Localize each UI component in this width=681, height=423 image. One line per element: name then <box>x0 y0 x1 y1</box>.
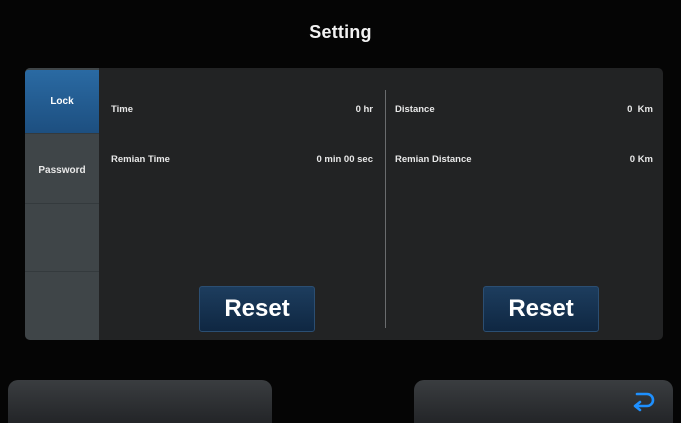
tab-empty-1[interactable] <box>25 206 99 272</box>
tab-empty-2[interactable] <box>25 274 99 340</box>
remain-distance-row: Remian Distance 0 Km <box>395 154 653 165</box>
footer-button-left[interactable] <box>8 380 272 423</box>
tab-password[interactable]: Password <box>25 138 99 204</box>
section-divider <box>385 90 386 328</box>
distance-row: Distance 0 Km <box>395 104 653 115</box>
settings-screen: Setting Lock Password Time 0 hr Remian T… <box>0 0 681 423</box>
tab-lock[interactable]: Lock <box>25 70 99 134</box>
time-value: 0 hr <box>355 104 373 115</box>
time-label: Time <box>111 104 134 115</box>
distance-label: Distance <box>395 104 435 115</box>
distance-value: 0 Km <box>627 104 653 115</box>
remain-time-row: Remian Time 0 min 00 sec <box>111 154 373 165</box>
lock-content: Time 0 hr Remian Time 0 min 00 sec Reset… <box>99 68 663 340</box>
remain-time-label: Remian Time <box>111 154 170 165</box>
remain-distance-label: Remian Distance <box>395 154 472 165</box>
settings-panel: Lock Password Time 0 hr Remian Time 0 mi… <box>25 68 663 340</box>
footer-button-right[interactable] <box>414 380 673 423</box>
distance-section: Distance 0 Km Remian Distance 0 Km Reset <box>387 68 663 340</box>
back-arrow-icon[interactable] <box>629 388 659 414</box>
reset-distance-button[interactable]: Reset <box>483 286 599 332</box>
page-title: Setting <box>309 22 372 42</box>
tab-sidebar: Lock Password <box>25 68 99 340</box>
remain-distance-value: 0 Km <box>629 154 653 165</box>
reset-time-button[interactable]: Reset <box>199 286 315 332</box>
time-row: Time 0 hr <box>111 104 373 115</box>
remain-time-value: 0 min 00 sec <box>316 154 373 165</box>
time-section: Time 0 hr Remian Time 0 min 00 sec Reset <box>99 68 385 340</box>
